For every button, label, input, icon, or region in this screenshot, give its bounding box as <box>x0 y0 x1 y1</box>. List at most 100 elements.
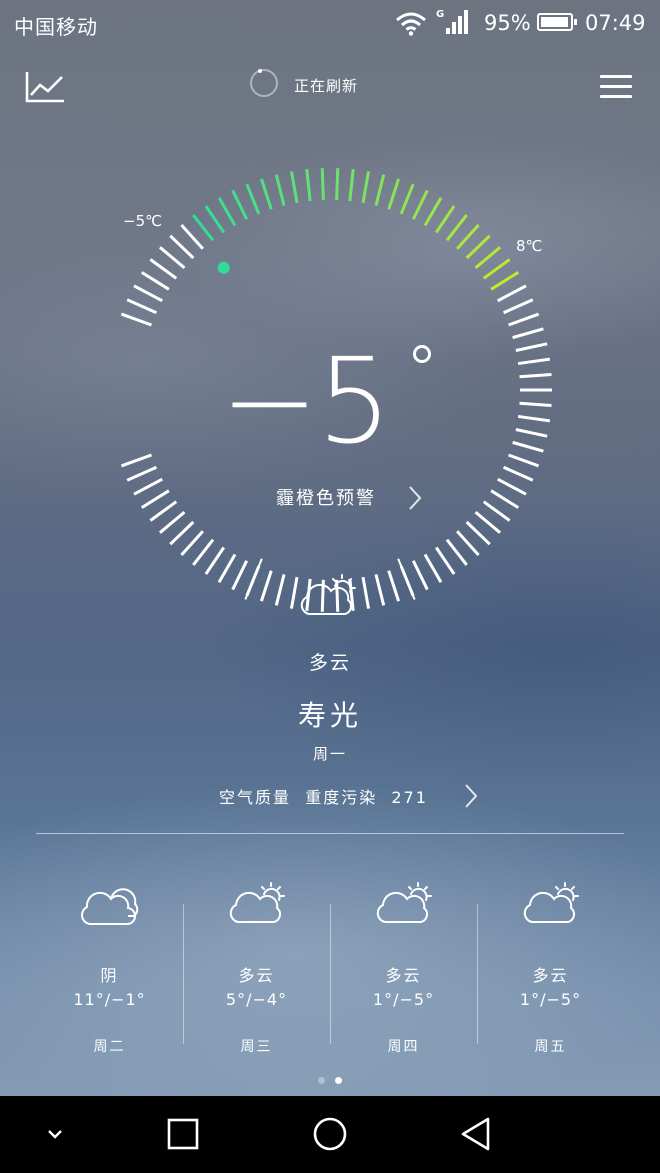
chevron-right-icon[interactable] <box>404 484 426 512</box>
forecast-day[interactable]: 多云 5°/−4° 周三 <box>183 870 330 1060</box>
forecast-condition: 多云 <box>385 966 422 985</box>
forecast-range: 11°/−1° <box>73 990 146 1009</box>
forecast-weekday: 周四 <box>387 1039 420 1055</box>
dial-tick-range <box>435 205 456 234</box>
carrier-label: 中国移动 <box>14 15 98 39</box>
forecast-condition: 多云 <box>238 966 275 985</box>
dial-tick <box>423 553 443 584</box>
dial-tick <box>515 428 548 438</box>
network-type-label: G <box>436 9 444 20</box>
dial-tick <box>465 520 491 546</box>
current-condition: 多云 <box>308 652 351 674</box>
dial-tick-range <box>445 214 468 242</box>
chevron-right-icon[interactable] <box>460 782 482 810</box>
forecast-range: 1°/−5° <box>519 990 582 1009</box>
trend-chart-icon[interactable] <box>24 70 66 104</box>
refresh-text: 正在刷新 <box>294 77 359 95</box>
dial-tick-range <box>204 205 225 234</box>
menu-icon[interactable] <box>600 73 634 101</box>
dial-tick-range <box>399 183 415 215</box>
dial-tick <box>204 546 225 575</box>
dial-tick <box>411 560 429 591</box>
dial-tick-range <box>245 183 261 215</box>
dial-tick-range <box>320 168 325 201</box>
dial-tick <box>120 312 152 327</box>
dial-tick <box>274 573 286 606</box>
dial-tick <box>169 520 195 546</box>
dial-tick <box>517 357 551 366</box>
dial-tick <box>140 489 170 509</box>
city-name[interactable]: 寿光 <box>0 694 660 734</box>
dial-tick <box>361 576 371 609</box>
dial-tick <box>158 246 186 270</box>
dial-tick <box>149 258 178 280</box>
dial-tick <box>490 489 520 509</box>
back-icon[interactable] <box>455 1114 499 1154</box>
status-bar: 中国移动 G 95% 07:49 <box>0 0 660 46</box>
dial-tick-range <box>192 214 215 242</box>
dial-tick <box>149 500 178 522</box>
dial-tick <box>456 530 480 556</box>
recents-icon[interactable] <box>161 1114 205 1154</box>
dial-tick-range <box>465 234 491 260</box>
dial-tick-range <box>217 196 237 227</box>
dial-tick-range <box>374 174 386 207</box>
dial-tick <box>517 414 551 423</box>
dial-tick <box>445 538 468 566</box>
signal-icon: G <box>436 9 468 34</box>
forecast-day[interactable]: 阴 11°/−1° 周二 <box>36 870 183 1060</box>
dial-tick <box>502 298 534 315</box>
dial-tick-range <box>423 196 443 227</box>
chevron-down-icon[interactable] <box>33 1114 77 1154</box>
air-quality-level: 重度污染 <box>305 788 378 807</box>
partly-cloudy-icon <box>376 882 432 923</box>
dial-tick-range <box>474 246 502 270</box>
dial-tick <box>497 477 527 496</box>
dial-tick <box>497 284 527 303</box>
dial-tick <box>374 573 386 606</box>
partly-cloudy-icon <box>300 574 356 615</box>
degree-symbol <box>413 345 431 363</box>
navigation-bar <box>0 1096 660 1173</box>
dial-gap-edge <box>244 558 263 600</box>
home-icon[interactable] <box>308 1114 352 1154</box>
dial-tick-range <box>289 171 299 204</box>
dial-tick <box>474 510 502 534</box>
dial-gap-edge <box>397 558 416 600</box>
dial-tick <box>133 477 163 496</box>
dial-tick-range <box>361 171 371 204</box>
dial-tick <box>180 530 204 556</box>
page-dot <box>318 1077 325 1084</box>
cloud-icon <box>81 888 139 926</box>
dial-tick-range <box>305 169 312 202</box>
dial-tick-range <box>259 178 273 210</box>
forecast-weekday: 周五 <box>534 1039 567 1055</box>
forecast-day[interactable]: 多云 1°/−5° 周五 <box>477 870 624 1060</box>
forecast-condition: 多云 <box>532 966 569 985</box>
dial-tick <box>512 440 544 453</box>
dial-tick <box>519 373 552 379</box>
wifi-icon <box>396 12 426 36</box>
dial-tick <box>508 312 540 327</box>
dial-tick-range <box>231 189 249 220</box>
air-quality[interactable]: 空气质量 重度污染 271 <box>219 784 428 808</box>
current-weekday: 周一 <box>312 745 347 763</box>
dial-tick-range <box>490 271 520 291</box>
air-quality-label: 空气质量 <box>219 788 292 807</box>
dial-tick <box>180 224 204 250</box>
dial-tick-range <box>274 174 286 207</box>
forecast-condition: 阴 <box>100 966 119 985</box>
forecast-day[interactable]: 多云 1°/−5° 周四 <box>330 870 477 1060</box>
dial-tick-range <box>387 178 401 210</box>
dial-tick <box>126 465 158 482</box>
dial-tick <box>192 538 215 566</box>
dial-tick <box>120 453 152 468</box>
weather-warning[interactable]: 霾橙色预警 <box>276 484 376 512</box>
dial-tick <box>133 284 163 303</box>
forecast-weekday: 周二 <box>93 1039 126 1055</box>
forecast-range: 1°/−5° <box>372 990 435 1009</box>
page-dot-active <box>335 1077 342 1084</box>
dial-tick <box>512 327 544 340</box>
dial-tick-range <box>411 189 429 220</box>
dial-tick <box>508 453 540 468</box>
